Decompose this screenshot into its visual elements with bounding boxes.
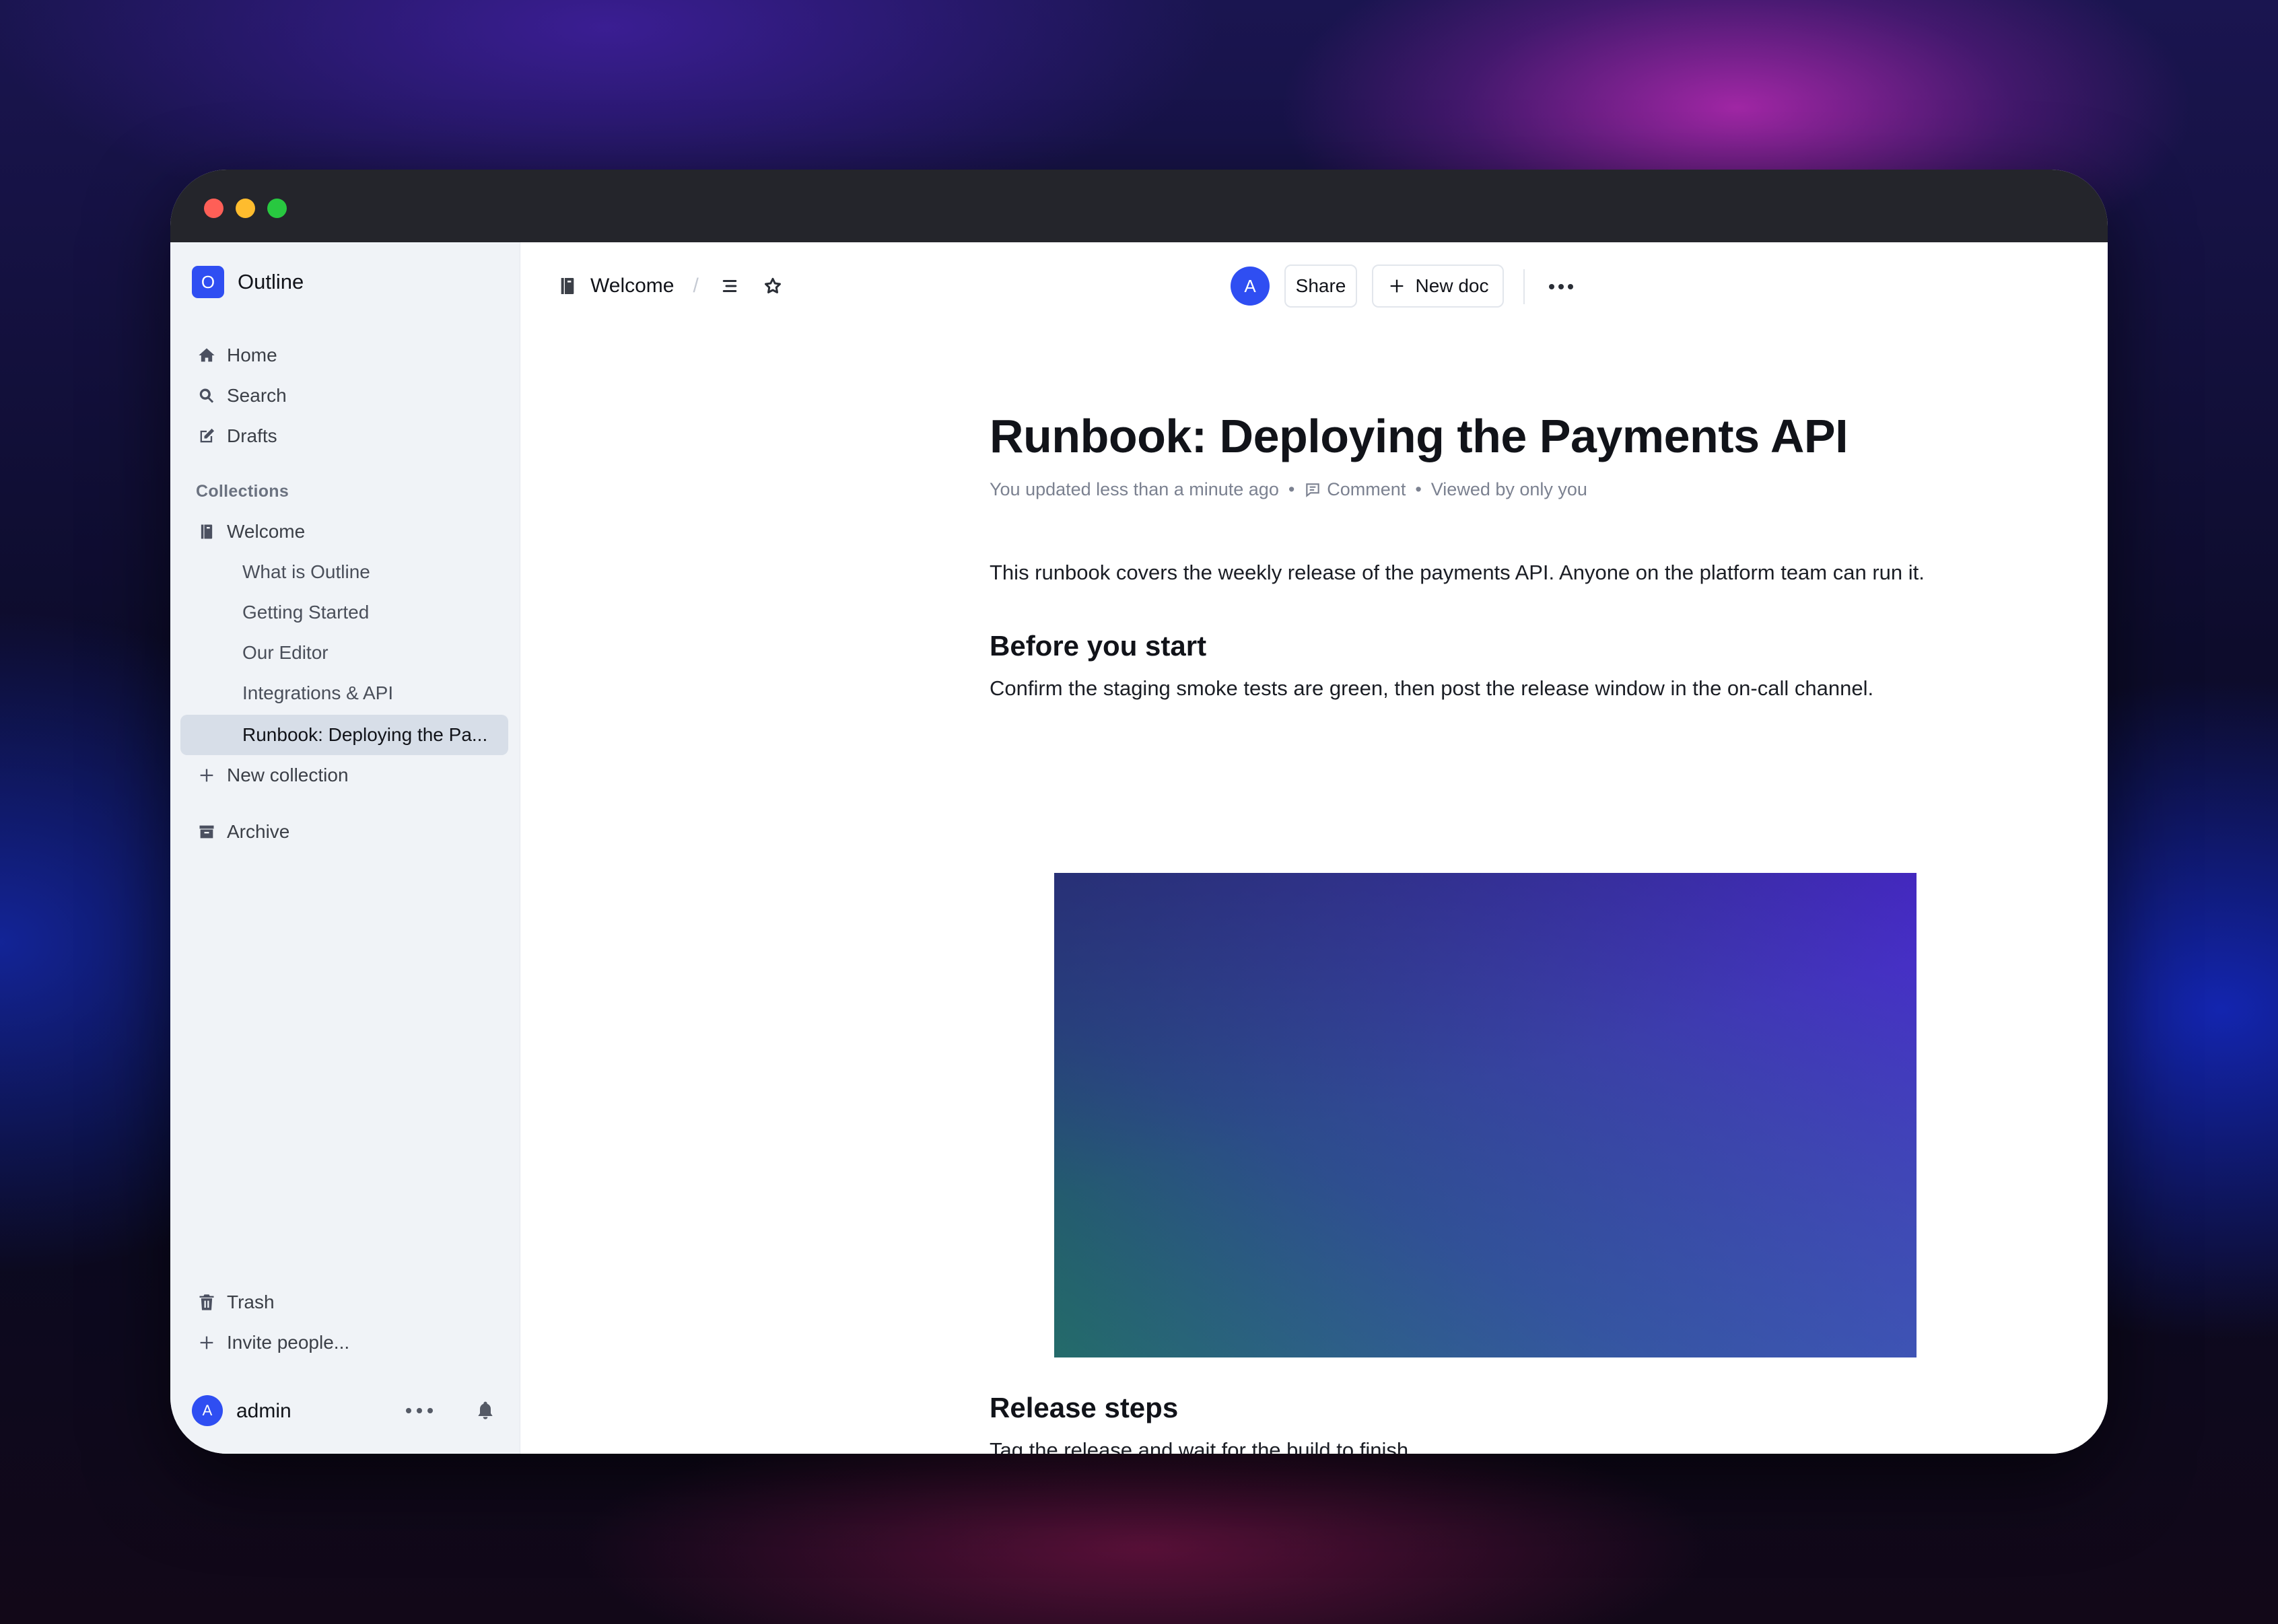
meta-separator: • <box>1288 479 1295 499</box>
image-overlay <box>1054 873 1917 1357</box>
sidebar-item-label: New collection <box>227 765 349 785</box>
section-paragraph: Confirm the staging smoke tests are gree… <box>990 676 1874 700</box>
sidebar-item-label: Integrations & API <box>242 682 394 703</box>
sidebar-item-label: Our Editor <box>242 642 329 663</box>
sidebar-item-label: Invite people... <box>227 1332 350 1353</box>
breadcrumb: Welcome / <box>557 269 804 303</box>
avatar: A <box>192 1395 223 1426</box>
collection-icon <box>196 521 217 542</box>
step-paragraph: Tag the release and wait for the build t… <box>990 1438 1414 1454</box>
minimize-window-button[interactable] <box>236 199 255 218</box>
title-bar <box>170 170 2108 242</box>
sidebar-item-label: Search <box>227 385 287 406</box>
new-collection-button[interactable]: New collection <box>196 758 349 792</box>
more-options-icon[interactable] <box>406 1401 433 1420</box>
comment-icon[interactable] <box>1304 481 1321 499</box>
sidebar-item-label: Drafts <box>227 425 277 446</box>
breadcrumb-separator: / <box>693 275 699 297</box>
user-menu[interactable]: A admin <box>192 1392 508 1429</box>
search-icon <box>196 385 217 407</box>
team-name: Outline <box>238 270 304 293</box>
sidebar-item-search[interactable]: Search <box>196 379 287 413</box>
sidebar-item-home[interactable]: Home <box>196 339 277 372</box>
intro-paragraph: This runbook covers the weekly release o… <box>990 561 1925 584</box>
main-content: Welcome / A Share New doc Runbook: Deplo… <box>520 242 2108 1454</box>
invite-people-button[interactable]: Invite people... <box>196 1326 349 1360</box>
sidebar-item-label: Trash <box>227 1292 275 1312</box>
document-meta: You updated less than a minute ago • Com… <box>990 479 1587 500</box>
notifications-bell-icon[interactable] <box>475 1400 496 1421</box>
team-logo: O <box>192 266 224 298</box>
viewed-by-text[interactable]: Viewed by only you <box>1431 479 1587 500</box>
updated-text[interactable]: You updated less than a minute ago <box>990 479 1279 500</box>
star-icon[interactable] <box>761 274 785 298</box>
page-title[interactable]: Runbook: Deploying the Payments API <box>990 409 1849 463</box>
sidebar-doc-integrations-api[interactable]: Integrations & API <box>242 674 393 712</box>
collection-icon <box>557 275 578 297</box>
maximize-window-button[interactable] <box>267 199 287 218</box>
sidebar-doc-our-editor[interactable]: Our Editor <box>242 634 329 672</box>
breadcrumb-collection-link[interactable]: Welcome <box>590 275 674 297</box>
comment-link[interactable]: Comment <box>1327 479 1406 500</box>
section-heading-before-you-start: Before you start <box>990 630 1207 662</box>
sidebar-collection-welcome[interactable]: Welcome <box>196 515 305 549</box>
sidebar-item-archive[interactable]: Archive <box>196 815 289 849</box>
table-of-contents-icon[interactable] <box>718 274 742 298</box>
sidebar-item-label: Runbook: Deploying the Pa... <box>242 724 488 745</box>
plus-icon <box>196 1332 217 1353</box>
archive-icon <box>196 821 217 843</box>
home-icon <box>196 345 217 366</box>
plus-icon <box>196 765 217 786</box>
sidebar-item-label: Home <box>227 345 277 365</box>
document-image[interactable] <box>1054 873 1917 1357</box>
sidebar-doc-what-is-outline[interactable]: What is Outline <box>242 553 370 591</box>
collections-heading: Collections <box>196 482 289 501</box>
sidebar: O Outline Home Search Drafts Collections… <box>170 242 520 1454</box>
document: Runbook: Deploying the Payments API You … <box>990 242 1986 1454</box>
meta-separator: • <box>1415 479 1422 499</box>
sidebar-item-label: What is Outline <box>242 561 370 582</box>
sidebar-item-label: Getting Started <box>242 602 370 623</box>
sidebar-item-label: Welcome <box>227 521 306 542</box>
team-switcher[interactable]: O Outline <box>192 265 304 299</box>
sidebar-item-trash[interactable]: Trash <box>196 1285 275 1319</box>
user-name: admin <box>236 1400 291 1422</box>
trash-icon <box>196 1292 217 1313</box>
app-window: O Outline Home Search Drafts Collections… <box>170 170 2108 1454</box>
section-heading-release-steps: Release steps <box>990 1392 1179 1423</box>
sidebar-doc-getting-started[interactable]: Getting Started <box>242 594 369 631</box>
sidebar-item-label: Archive <box>227 821 290 842</box>
sidebar-item-drafts[interactable]: Drafts <box>196 419 277 453</box>
edit-icon <box>196 425 217 447</box>
sidebar-doc-runbook[interactable]: Runbook: Deploying the Pa... <box>180 715 508 755</box>
app-body: O Outline Home Search Drafts Collections… <box>170 242 2108 1454</box>
close-window-button[interactable] <box>204 199 223 218</box>
